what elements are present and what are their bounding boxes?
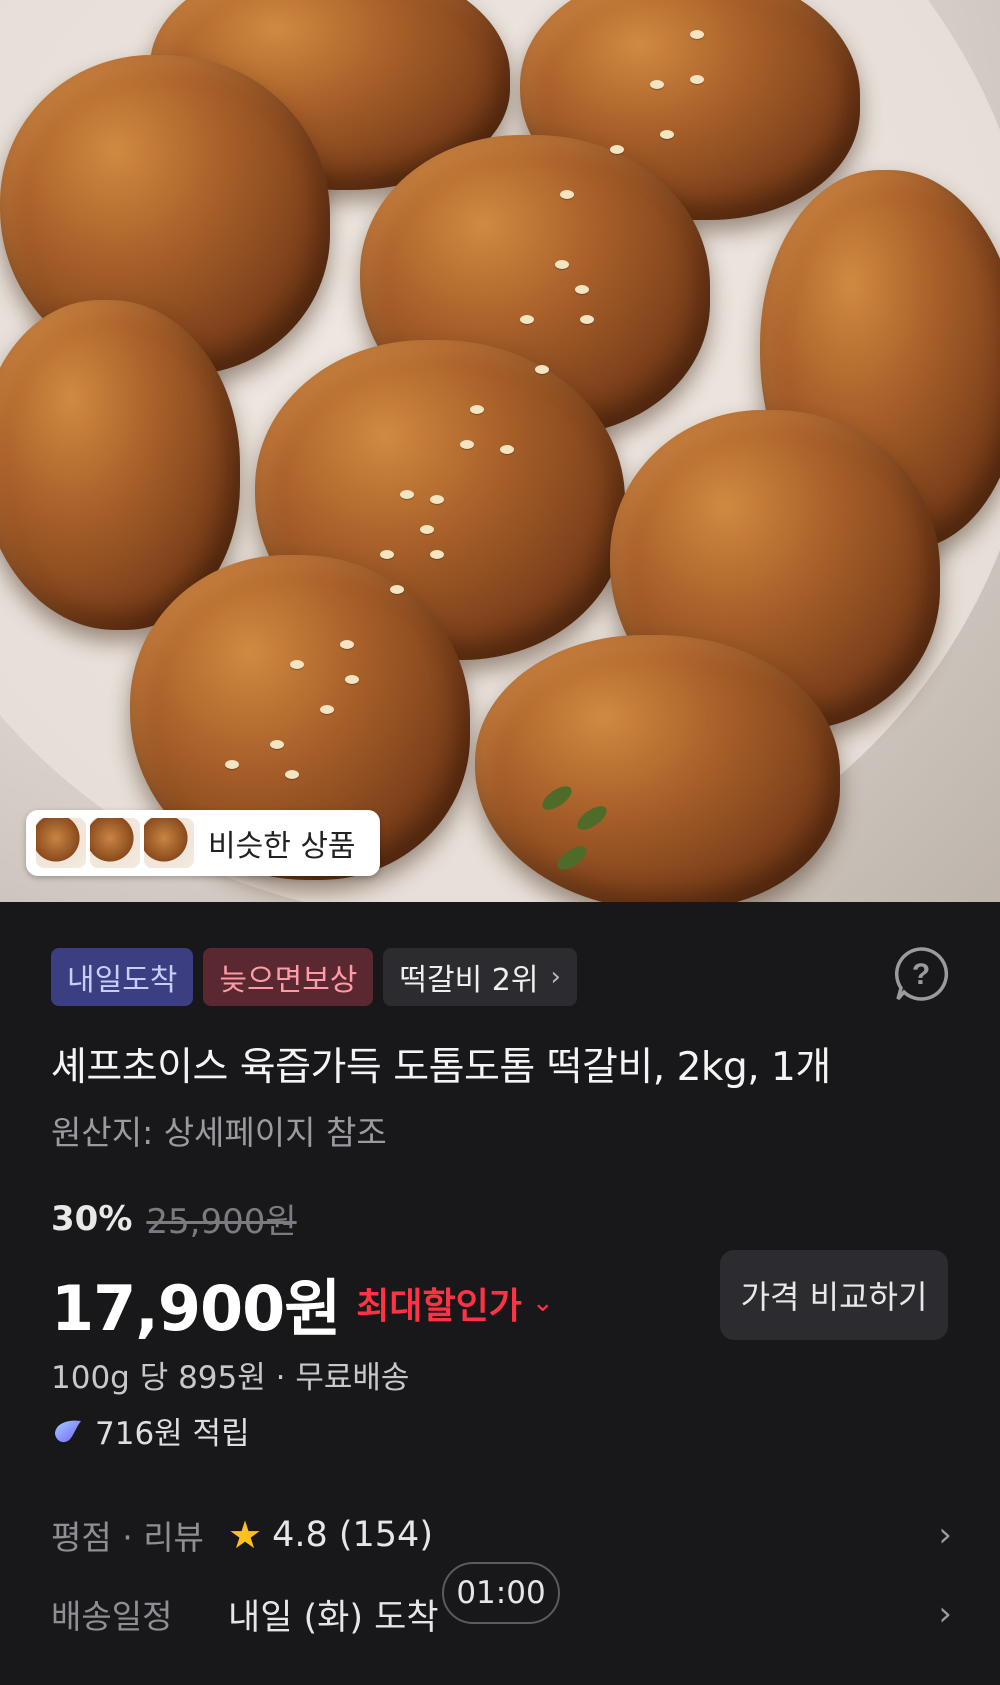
sesame-seed <box>610 145 624 154</box>
late-compensation-badge: 늦으면보상 <box>203 948 374 1006</box>
sesame-seed <box>500 445 514 454</box>
chevron-right-icon: › <box>550 962 561 992</box>
sesame-seed <box>270 740 284 749</box>
sesame-seed <box>340 640 354 649</box>
sesame-seed <box>460 440 474 449</box>
category-rank-label: 떡갈비 2위 <box>399 963 539 998</box>
delivery-countdown-timer: 01:00 <box>442 1562 560 1624</box>
sesame-seed <box>400 490 414 499</box>
rating-value: 4.8 (154) <box>272 1515 433 1555</box>
product-origin: 원산지: 상세페이지 참조 <box>51 1113 387 1152</box>
discount-row: 30% 25,900원 <box>0 1194 1000 1243</box>
best-price-label[interactable]: 최대할인가 <box>356 1277 522 1329</box>
sesame-seed <box>430 495 444 504</box>
delivery-label: 배송일정 <box>51 1597 173 1636</box>
star-icon: ★ <box>228 1513 263 1557</box>
similar-products-label: 비슷한 상품 <box>208 829 356 864</box>
sesame-seed <box>520 315 534 324</box>
sesame-seed <box>320 705 334 714</box>
sesame-seed <box>575 285 589 294</box>
reward-amount: 716원 적립 <box>95 1416 250 1452</box>
sesame-seed <box>470 405 484 414</box>
sesame-seed <box>420 525 434 534</box>
sesame-seed <box>580 315 594 324</box>
sesame-seed <box>380 550 394 559</box>
reward-gem-icon <box>55 1420 81 1442</box>
svg-text:?: ? <box>912 958 930 991</box>
reward-row: 716원 적립 <box>0 1408 1000 1453</box>
similar-thumb <box>36 818 86 868</box>
similar-products-button[interactable]: 비슷한 상품 <box>26 810 380 876</box>
chevron-right-icon: › <box>938 1515 952 1555</box>
sesame-seed <box>535 365 549 374</box>
sesame-seed <box>390 585 404 594</box>
discount-percent: 30% <box>51 1198 133 1239</box>
rating-value-group: ★ 4.8 (154) <box>228 1513 433 1557</box>
sesame-seed <box>225 760 239 769</box>
badge-row: 내일도착 늦으면보상 떡갈비 2위 › <box>0 947 1000 1007</box>
sesame-seed <box>690 30 704 39</box>
sesame-seed <box>430 550 444 559</box>
original-price: 25,900원 <box>146 1202 297 1242</box>
sesame-seed <box>560 190 574 199</box>
sesame-seed <box>690 75 704 84</box>
sale-price: 17,900원 <box>51 1272 341 1345</box>
rating-review-row[interactable]: 평점 · 리뷰 ★ 4.8 (154) › <box>0 1500 1000 1570</box>
sesame-seed <box>660 130 674 139</box>
sesame-seed <box>555 260 569 269</box>
delivery-value: 내일 (화) 도착 <box>228 1597 439 1638</box>
category-rank-badge[interactable]: 떡갈비 2위 › <box>383 948 577 1006</box>
sesame-seed <box>650 80 664 89</box>
similar-thumb <box>144 818 194 868</box>
product-title: 셰프초이스 육즙가득 도톰도톰 떡갈비, 2kg, 1개 <box>51 1045 831 1090</box>
sesame-seed <box>285 770 299 779</box>
meatball <box>475 635 840 902</box>
sesame-seed <box>345 675 359 684</box>
sesame-seed <box>290 660 304 669</box>
rating-label: 평점 · 리뷰 <box>51 1518 204 1557</box>
chevron-down-icon[interactable]: ⌄ <box>532 1288 554 1318</box>
unit-price-shipping: 100g 당 895원 · 무료배송 <box>51 1360 410 1396</box>
similar-thumb <box>90 818 140 868</box>
product-image[interactable]: 비슷한 상품 <box>0 0 1000 902</box>
help-icon[interactable]: ? <box>892 945 950 1003</box>
chevron-right-icon: › <box>938 1594 952 1634</box>
tomorrow-arrival-badge: 내일도착 <box>51 948 194 1006</box>
compare-price-button[interactable]: 가격 비교하기 <box>720 1250 948 1340</box>
